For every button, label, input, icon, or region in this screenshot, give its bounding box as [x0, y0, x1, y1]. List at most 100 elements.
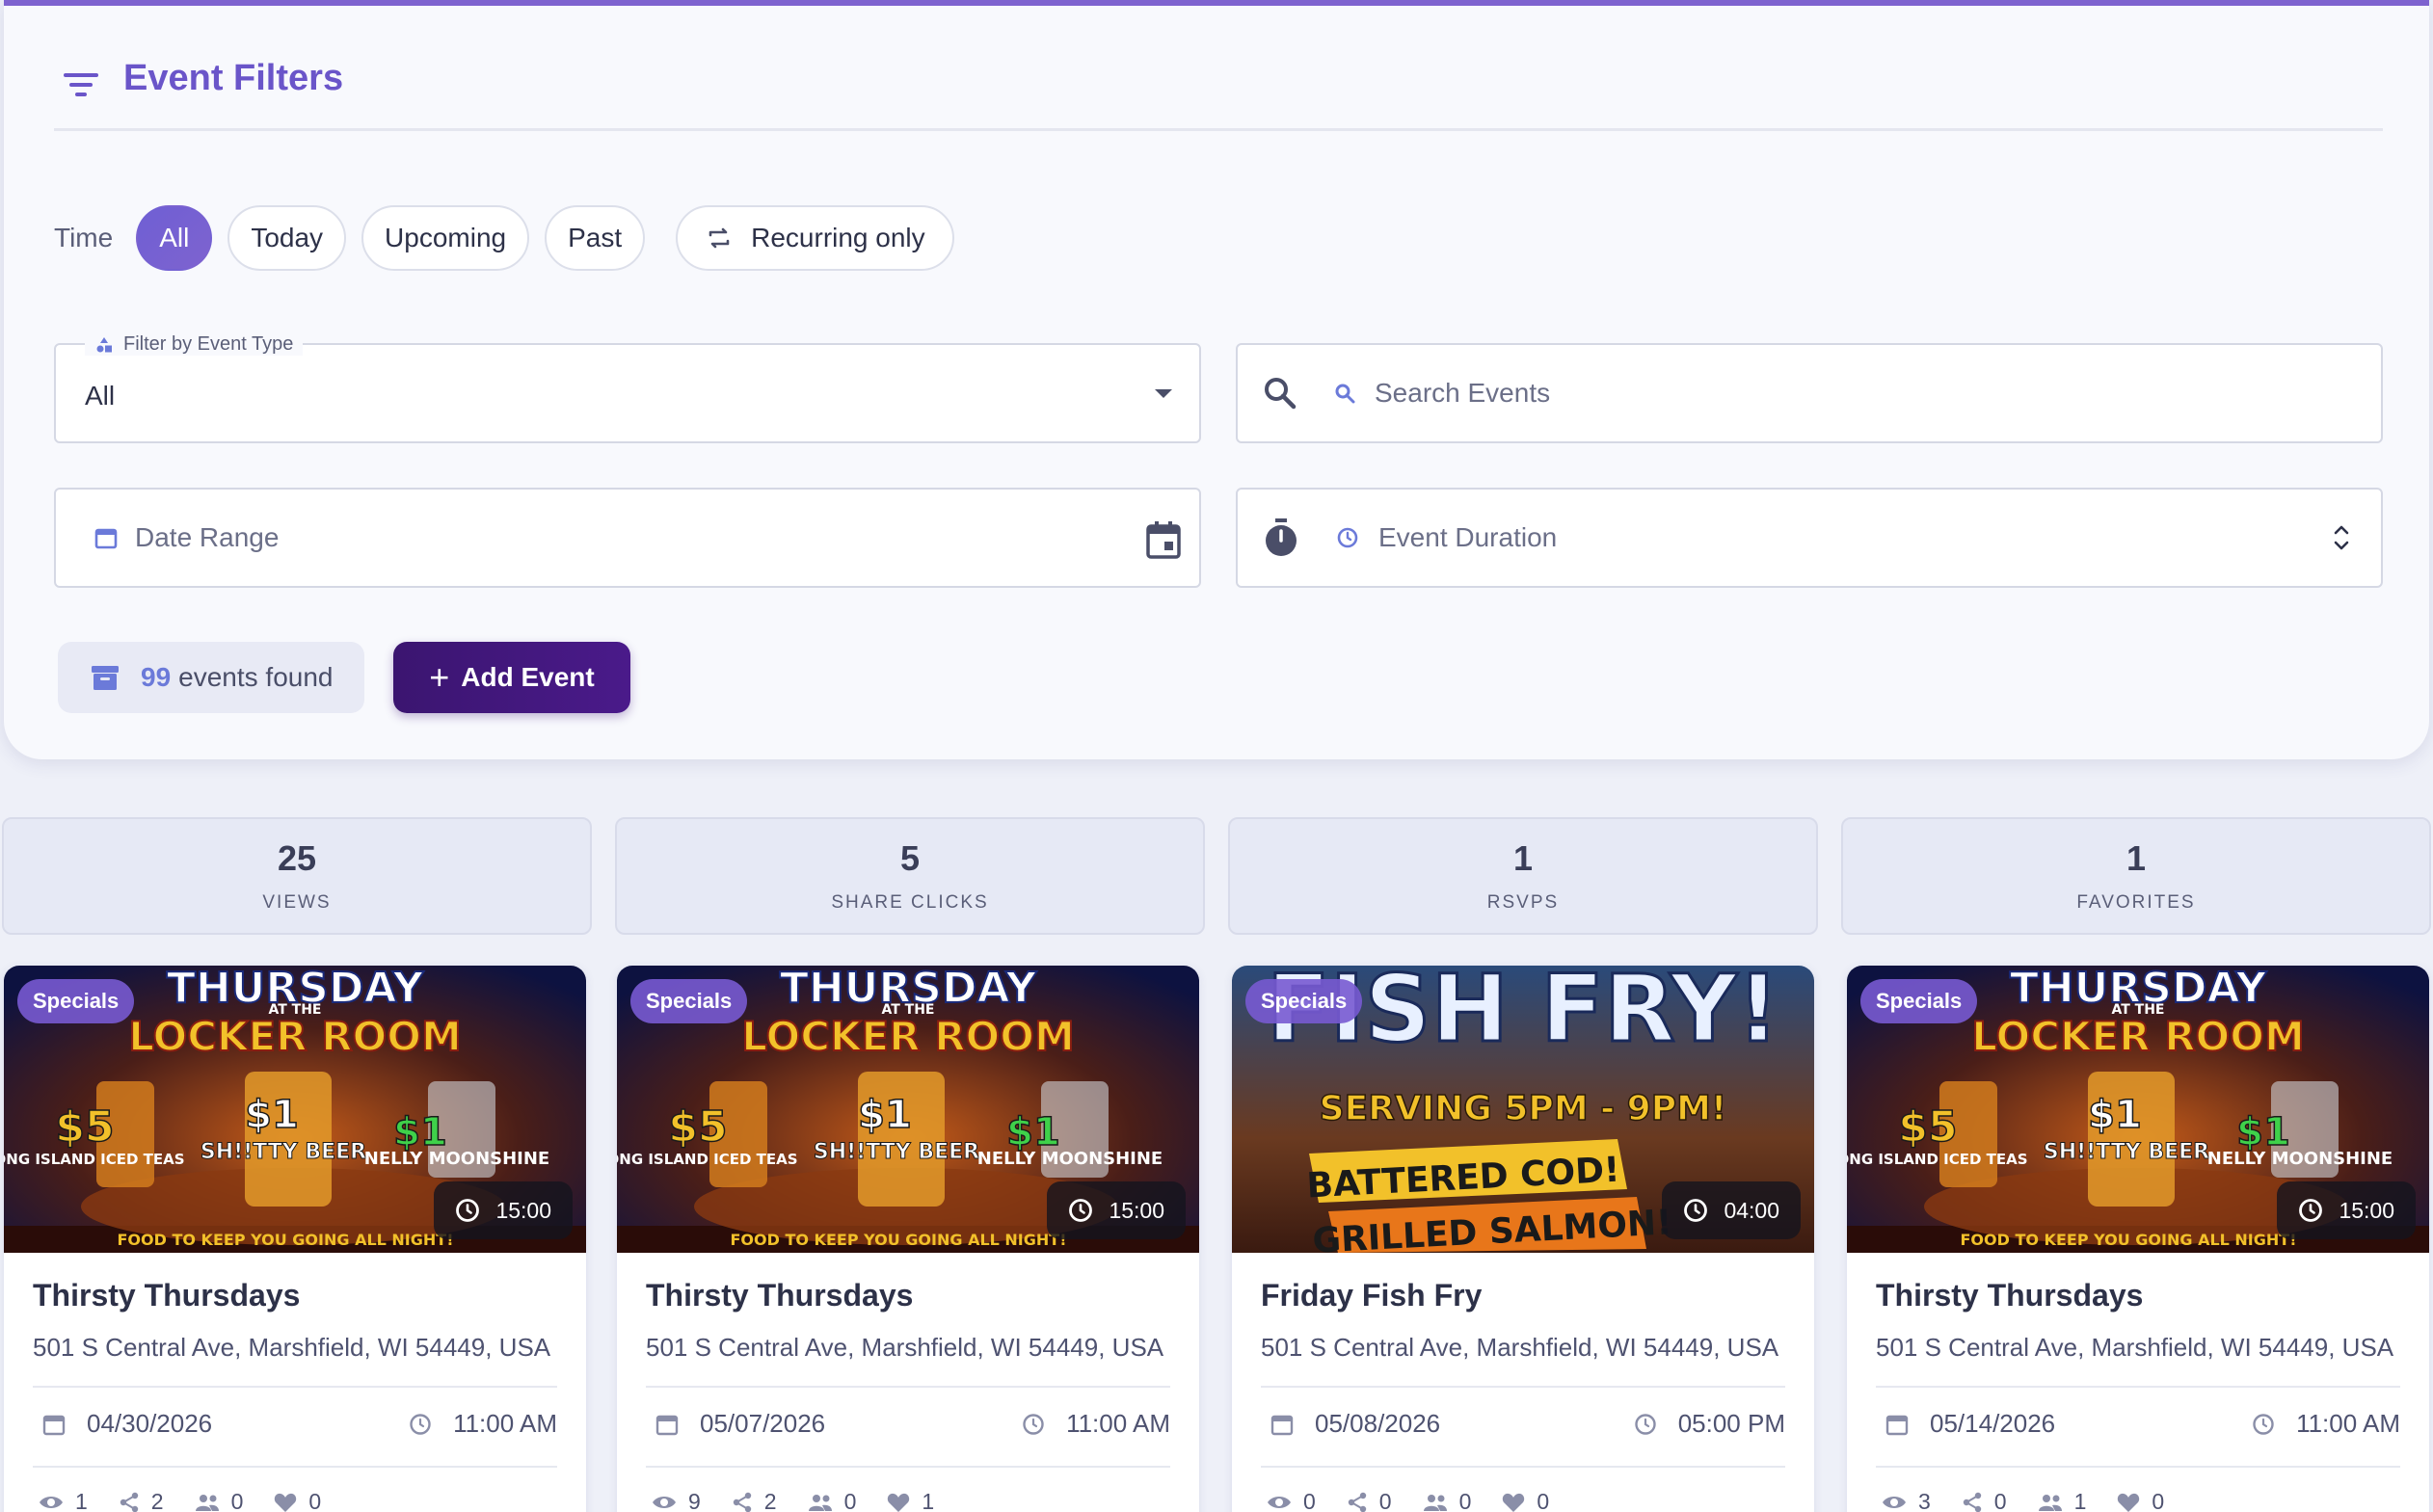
- clock-icon: [1635, 1413, 1656, 1435]
- spinner-arrows-icon[interactable]: [2333, 522, 2350, 553]
- event-type-label: Filter by Event Type: [85, 333, 304, 356]
- calendar-icon: [42, 1415, 66, 1435]
- event-card[interactable]: THURSDAY AT THE LOCKER ROOM $5 LONG ISLA…: [617, 966, 1199, 1512]
- event-flyer[interactable]: THURSDAY AT THE LOCKER ROOM $5 LONG ISLA…: [617, 966, 1199, 1253]
- time-filter-row: Time All Today Upcoming Past Recurring o…: [54, 204, 970, 272]
- event-metrics: 3 0 1 0: [1876, 1489, 2400, 1512]
- shares-count: 0: [1993, 1489, 2007, 1512]
- event-date: 04/30/2026: [87, 1409, 213, 1438]
- event-card[interactable]: FISH FRY! SERVING 5PM - 9PM! BATTERED CO…: [1232, 966, 1814, 1512]
- people-icon: [1423, 1494, 1447, 1511]
- time-chip-all[interactable]: All: [136, 205, 213, 271]
- time-chip-upcoming[interactable]: Upcoming: [361, 205, 530, 271]
- calendar-icon: [1146, 521, 1181, 559]
- event-address: 501 S Central Ave, Marshfield, WI 54449,…: [33, 1333, 551, 1362]
- views-count: 3: [1918, 1489, 1931, 1512]
- divider: [33, 1386, 557, 1388]
- stat-share-clicks: 5 SHARE CLICKS: [615, 817, 1205, 935]
- event-card[interactable]: THURSDAY AT THE LOCKER ROOM $5 LONG ISLA…: [4, 966, 586, 1512]
- event-flyer[interactable]: THURSDAY AT THE LOCKER ROOM $5 LONG ISLA…: [1847, 966, 2429, 1253]
- event-address: 501 S Central Ave, Marshfield, WI 54449,…: [1876, 1333, 2394, 1362]
- flyer-text: FOOD TO KEEP YOU GOING ALL NIGHT!: [1960, 1231, 2296, 1249]
- clock-icon: [1069, 1199, 1093, 1222]
- date-range-input[interactable]: Date Range: [135, 522, 279, 553]
- flyer-text: NELLY MOONSHINE: [364, 1149, 549, 1169]
- people-icon: [2038, 1494, 2062, 1511]
- add-event-button[interactable]: + Add Event: [393, 642, 630, 713]
- favorites-count: 0: [1537, 1489, 1550, 1512]
- event-title[interactable]: Thirsty Thursdays: [1876, 1278, 2400, 1313]
- event-date: 05/14/2026: [1930, 1409, 2056, 1438]
- divider: [646, 1386, 1170, 1388]
- divider: [1876, 1466, 2400, 1468]
- divider: [33, 1466, 557, 1468]
- event-title[interactable]: Friday Fish Fry: [1261, 1278, 1785, 1313]
- duration-value: 15:00: [495, 1197, 551, 1223]
- flyer-text: LONG ISLAND ICED TEAS: [617, 1151, 798, 1168]
- shares-count: 2: [150, 1489, 164, 1512]
- flyer-text: FOOD TO KEEP YOU GOING ALL NIGHT!: [730, 1231, 1066, 1249]
- clock-icon: [410, 1413, 431, 1435]
- event-duration-input[interactable]: Event Duration: [1378, 522, 1557, 553]
- favorites-count: 1: [922, 1489, 935, 1512]
- stat-value: 5: [899, 838, 921, 878]
- time-label: Time: [54, 223, 114, 252]
- divider: [1876, 1386, 2400, 1388]
- event-type-select[interactable]: Filter by Event Type All: [54, 333, 1201, 443]
- shares-count: 0: [1378, 1489, 1392, 1512]
- stat-label: FAVORITES: [2076, 892, 2196, 913]
- flyer-text: SH!!TTY BEER: [201, 1140, 366, 1164]
- add-event-label: Add Event: [461, 662, 595, 692]
- flyer-text: LOCKER ROOM: [741, 1013, 1075, 1060]
- event-flyer[interactable]: THURSDAY AT THE LOCKER ROOM $5 LONG ISLA…: [4, 966, 586, 1253]
- flyer-text: SH!!TTY BEER: [2044, 1140, 2209, 1164]
- recurring-only-toggle[interactable]: Recurring only: [676, 205, 954, 271]
- event-start-time: 11:00 AM: [2296, 1409, 2400, 1438]
- event-datetime: 05/08/2026 05:00 PM: [1261, 1409, 1785, 1439]
- event-duration-field[interactable]: Event Duration: [1236, 488, 2383, 588]
- filters-header: Event Filters: [54, 48, 2383, 131]
- event-filters-panel: Event Filters Time All Today Upcoming Pa…: [4, 0, 2429, 759]
- search-events-field[interactable]: Search Events: [1236, 343, 2383, 443]
- category-badge: Specials: [630, 979, 748, 1023]
- people-icon: [195, 1494, 219, 1511]
- events-found-count: 99: [141, 662, 172, 692]
- flyer-text: LONG ISLAND ICED TEAS: [4, 1151, 185, 1168]
- flyer-text: SH!!TTY BEER: [814, 1140, 979, 1164]
- stat-value: 1: [1512, 838, 1534, 878]
- time-chip-today[interactable]: Today: [227, 205, 347, 271]
- event-flyer[interactable]: FISH FRY! SERVING 5PM - 9PM! BATTERED CO…: [1232, 966, 1814, 1253]
- divider: [646, 1466, 1170, 1468]
- event-type-value: All: [85, 381, 116, 411]
- time-chip-past[interactable]: Past: [545, 205, 646, 271]
- event-title[interactable]: Thirsty Thursdays: [33, 1278, 557, 1313]
- heart-icon: [2118, 1493, 2140, 1512]
- clock-small-icon: [1337, 527, 1358, 548]
- stat-favorites: 1 FAVORITES: [1841, 817, 2431, 935]
- filters-title: Event Filters: [123, 58, 344, 98]
- eye-icon: [653, 1496, 676, 1508]
- archive-icon: [92, 666, 119, 690]
- flyer-text: NELLY MOONSHINE: [977, 1149, 1163, 1169]
- duration-pill: 04:00: [1662, 1181, 1801, 1239]
- flyer-text: $5: [1898, 1102, 1957, 1152]
- event-title[interactable]: Thirsty Thursdays: [646, 1278, 1170, 1313]
- date-range-field[interactable]: Date Range: [54, 488, 1201, 588]
- flyer-text: $1: [245, 1093, 299, 1137]
- duration-pill: 15:00: [2277, 1181, 2416, 1239]
- event-address: 501 S Central Ave, Marshfield, WI 54449,…: [1261, 1333, 1779, 1362]
- rsvps-count: 1: [2073, 1489, 2087, 1512]
- event-datetime: 05/14/2026 11:00 AM: [1876, 1409, 2400, 1439]
- flyer-text: LOCKER ROOM: [128, 1013, 462, 1060]
- views-count: 1: [75, 1489, 88, 1512]
- event-metrics: 0 0 0 0: [1261, 1489, 1785, 1512]
- share-icon: [733, 1492, 751, 1512]
- repeat-icon: [709, 227, 730, 249]
- event-start-time: 11:00 AM: [1066, 1409, 1170, 1438]
- calendar-icon: [1270, 1415, 1294, 1435]
- people-icon: [808, 1494, 832, 1511]
- search-input[interactable]: Search Events: [1375, 378, 1550, 409]
- event-metrics: 9 2 0 1: [646, 1489, 1170, 1512]
- event-card[interactable]: THURSDAY AT THE LOCKER ROOM $5 LONG ISLA…: [1847, 966, 2429, 1512]
- stat-views: 25 VIEWS: [2, 817, 592, 935]
